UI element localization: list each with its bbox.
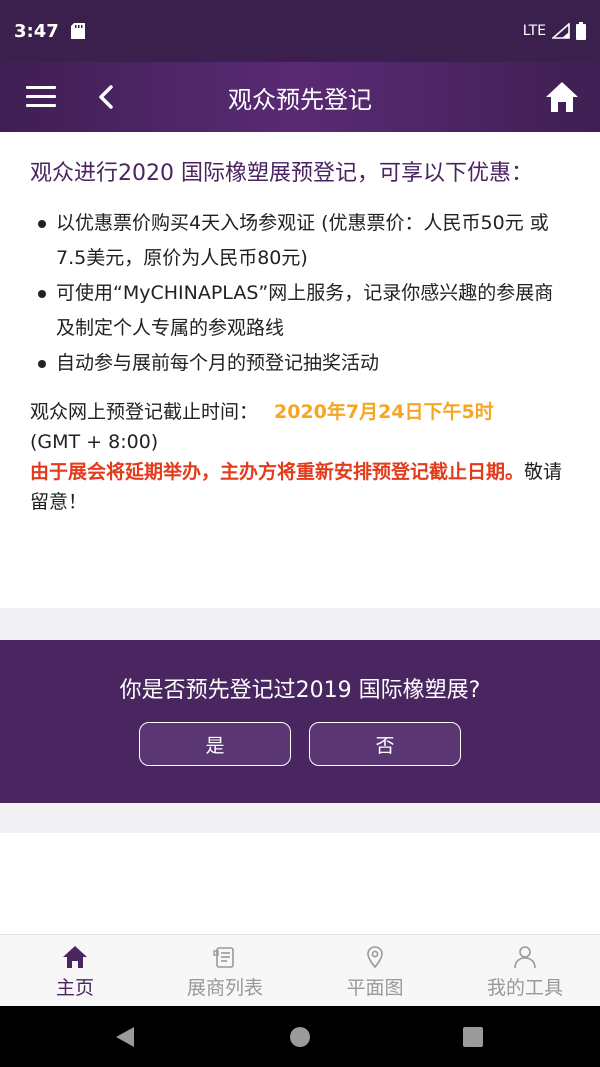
- menu-icon-line: [26, 95, 56, 98]
- menu-icon-line: [26, 104, 56, 107]
- system-recents-icon[interactable]: [462, 1026, 484, 1048]
- nav-label-my-tools: 我的工具: [486, 977, 563, 999]
- deadline-date: 2020年7月24日下午5时: [274, 401, 494, 423]
- nav-item-exhibitors[interactable]: 展商列表: [150, 935, 300, 1006]
- empty-area: [0, 833, 600, 934]
- list-item: 自动参与展前每个月的预登记抽奖活动: [30, 346, 570, 381]
- status-time: 3:47: [14, 20, 59, 42]
- nav-item-floorplan[interactable]: 平面图: [300, 935, 450, 1006]
- info-card: 观众进行2020 国际橡塑展预登记，可享以下优惠： 以优惠票价购买4天入场参观证…: [0, 132, 600, 608]
- nav-label-home: 主页: [55, 977, 94, 999]
- battery-icon: [576, 22, 586, 40]
- deadline-text: 观众网上预登记截止时间： 2020年7月24日下午5时: [30, 397, 570, 427]
- question-text: 你是否预先登记过2019 国际橡塑展?: [119, 678, 481, 703]
- nav-label-exhibitors: 展商列表: [186, 977, 263, 999]
- registration-question-panel: 你是否预先登记过2019 国际橡塑展? 是 否: [0, 640, 600, 803]
- status-bar: 3:47 LTE: [0, 0, 600, 62]
- app-bar: 观众预先登记: [0, 62, 600, 132]
- deadline-label: 观众网上预登记截止时间：: [30, 401, 259, 423]
- intro-text: 观众进行2020 国际橡塑展预登记，可享以下优惠：: [30, 161, 533, 186]
- sd-card-icon: [70, 23, 85, 39]
- menu-button[interactable]: [26, 86, 56, 108]
- nav-item-home[interactable]: 主页: [0, 935, 150, 1006]
- system-nav-bar: [0, 1006, 600, 1067]
- menu-icon: [26, 86, 56, 89]
- nav-item-my-tools[interactable]: 我的工具: [450, 935, 600, 1006]
- no-button[interactable]: 否: [309, 722, 461, 766]
- signal-icon: [552, 23, 570, 39]
- back-button[interactable]: [96, 84, 116, 110]
- notice-red-text: 由于展会将延期举办，主办方将重新安排预登记截止日期。: [30, 461, 525, 483]
- bottom-nav: 主页 展商列表 平面图 我的工具: [0, 934, 600, 1006]
- postpone-notice: 由于展会将延期举办，主办方将重新安排预登记截止日期。敬请留意！: [30, 457, 570, 517]
- status-indicators: LTE: [523, 22, 586, 40]
- benefit-list: 以优惠票价购买4天入场参观证 (优惠票价：人民币50元 或 7.5美元，原价为人…: [30, 206, 570, 381]
- list-icon: [213, 947, 234, 968]
- list-item: 可使用“MyCHINAPLAS”网上服务，记录你感兴趣的参展商及制定个人专属的参…: [30, 276, 570, 346]
- page-title: 观众预先登记: [228, 86, 372, 114]
- home-button[interactable]: [544, 80, 580, 114]
- yes-button[interactable]: 是: [139, 722, 291, 766]
- home-icon: [63, 946, 87, 968]
- nav-label-floorplan: 平面图: [346, 977, 404, 999]
- list-item: 以优惠票价购买4天入场参观证 (优惠票价：人民币50元 或 7.5美元，原价为人…: [30, 206, 570, 276]
- system-home-icon[interactable]: [289, 1026, 311, 1048]
- system-back-icon[interactable]: [114, 1026, 136, 1048]
- network-type: LTE: [522, 23, 546, 39]
- map-pin-icon: [367, 946, 383, 969]
- deadline-timezone: (GMT + 8:00): [30, 431, 159, 453]
- person-icon: [514, 946, 536, 969]
